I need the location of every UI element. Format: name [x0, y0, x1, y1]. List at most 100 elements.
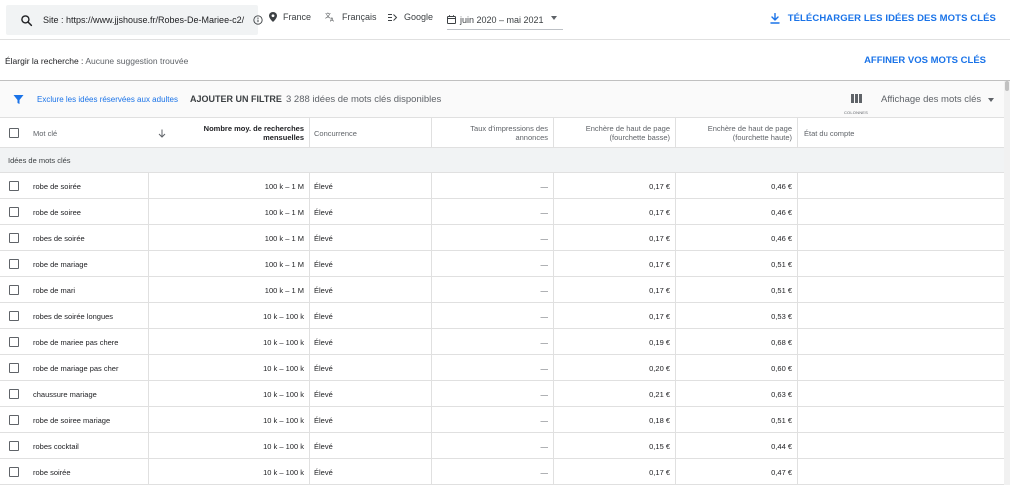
columns-label: COLONNES — [843, 110, 869, 115]
cell-competition: Élevé — [314, 311, 333, 321]
row-checkbox[interactable] — [9, 363, 19, 373]
row-checkbox[interactable] — [9, 441, 19, 451]
cell-ad-impression-share: — — [540, 363, 549, 373]
exclude-adult-ideas-filter[interactable]: Exclure les idées réservées aux adultes — [37, 95, 178, 104]
table-row[interactable]: robe de soiree 100 k – 1 M Élevé — 0,17 € 0,4… — [0, 199, 1004, 225]
table-row[interactable]: robe soirée 10 k – 100 k Élevé — 0,17 € 0,47 … — [0, 459, 1004, 485]
column-divider — [675, 355, 676, 381]
row-checkbox[interactable] — [9, 181, 19, 191]
row-checkbox[interactable] — [9, 285, 19, 295]
header-bid-high[interactable]: Enchère de haut de page (fourchette haut… — [684, 118, 792, 148]
date-range-select[interactable]: juin 2020 – mai 2021 — [447, 10, 563, 30]
column-divider — [431, 459, 432, 485]
column-divider — [797, 459, 798, 485]
row-checkbox[interactable] — [9, 415, 19, 425]
cell-keyword: robe de mariee pas chere — [33, 337, 119, 347]
cell-bid-low: 0,18 € — [649, 415, 670, 425]
header-monthly-searches[interactable]: Nombre moy. de recherches mensuelles — [178, 118, 304, 148]
table-row[interactable]: robe de mariage pas cher 10 k – 100 k Élev… — [0, 355, 1004, 381]
table-row[interactable]: robes de soirée longues 10 k – 100 k Élevé… — [0, 303, 1004, 329]
svg-text:A: A — [330, 18, 334, 23]
cell-monthly-searches: 100 k – 1 M — [264, 207, 304, 217]
keyword-display-select[interactable]: Affichage des mots clés — [881, 94, 995, 105]
column-divider — [431, 225, 432, 251]
cell-ad-impression-share: — — [540, 259, 549, 269]
network-filter[interactable]: Google — [388, 12, 433, 22]
select-all-checkbox[interactable] — [9, 128, 19, 138]
column-divider — [148, 173, 149, 199]
cell-competition: Élevé — [314, 467, 333, 477]
header-bid-low[interactable]: Enchère de haut de page (fourchette bass… — [562, 118, 670, 148]
cell-keyword: robe de mariage — [33, 259, 88, 269]
table-row[interactable]: robe de soirée 100 k – 1 M Élevé — 0,17 € 0,4… — [0, 173, 1004, 199]
table-row[interactable]: robe de mari 100 k – 1 M Élevé — 0,17 € 0,51 … — [0, 277, 1004, 303]
cell-ad-impression-share: — — [540, 233, 549, 243]
column-divider — [797, 173, 798, 199]
location-filter[interactable]: France — [269, 12, 311, 22]
filter-funnel-icon[interactable] — [13, 94, 24, 105]
table-row[interactable]: robe de soiree mariage 10 k – 100 k Élevé —… — [0, 407, 1004, 433]
table-row[interactable]: robes cocktail 10 k – 100 k Élevé — 0,15 € 0,… — [0, 433, 1004, 459]
column-divider — [675, 173, 676, 199]
cell-monthly-searches: 100 k – 1 M — [264, 233, 304, 243]
translate-icon: 文A — [325, 12, 336, 22]
row-checkbox[interactable] — [9, 259, 19, 269]
table-row[interactable]: robes de soirée 100 k – 1 M Élevé — 0,17 € 0,… — [0, 225, 1004, 251]
row-checkbox[interactable] — [9, 207, 19, 217]
cell-ad-impression-share: — — [540, 415, 549, 425]
info-icon[interactable] — [253, 15, 263, 25]
columns-button[interactable]: COLONNES — [841, 90, 871, 115]
download-label: TÉLÉCHARGER LES IDÉES DES MOTS CLÉS — [787, 13, 996, 24]
site-url-chip[interactable]: Site : https://www.jjshouse.fr/Robes-De-… — [6, 5, 263, 35]
header-ad-impression-share[interactable]: Taux d'impressions des annonces — [440, 118, 548, 148]
table-row[interactable]: robe de mariage 100 k – 1 M Élevé — 0,17 € 0,… — [0, 251, 1004, 277]
column-divider — [309, 433, 310, 459]
table-header: Mot clé Nombre moy. de recherches mensue… — [0, 118, 1004, 148]
column-divider — [148, 225, 149, 251]
download-keyword-ideas-button[interactable]: TÉLÉCHARGER LES IDÉES DES MOTS CLÉS — [769, 13, 996, 24]
refine-keywords-button[interactable]: AFFINER VOS MOTS CLÉS — [864, 55, 986, 66]
column-divider — [553, 303, 554, 329]
row-checkbox[interactable] — [9, 311, 19, 321]
cell-bid-high: 0,51 € — [771, 285, 792, 295]
header-account-status[interactable]: État du compte — [804, 118, 924, 148]
cell-bid-low: 0,17 € — [649, 207, 670, 217]
location-label: France — [283, 12, 312, 22]
cell-keyword: chaussure mariage — [33, 389, 97, 399]
table-row[interactable]: chaussure mariage 10 k – 100 k Élevé — 0,21 … — [0, 381, 1004, 407]
sort-arrow-down-icon[interactable] — [158, 118, 172, 148]
column-divider — [797, 329, 798, 355]
cell-monthly-searches: 10 k – 100 k — [263, 363, 304, 373]
column-divider — [675, 303, 676, 329]
cell-ad-impression-share: — — [540, 337, 549, 347]
vertical-scrollbar[interactable] — [1004, 81, 1010, 485]
column-divider — [431, 381, 432, 407]
add-filter-button[interactable]: AJOUTER UN FILTRE — [190, 94, 282, 104]
cell-bid-low: 0,17 € — [649, 181, 670, 191]
column-divider — [797, 381, 798, 407]
cell-competition: Élevé — [314, 181, 333, 191]
cell-ad-impression-share: — — [540, 285, 549, 295]
header-keyword[interactable]: Mot clé — [33, 118, 143, 148]
keyword-display-label: Affichage des mots clés — [881, 94, 982, 105]
cell-bid-high: 0,47 € — [771, 467, 792, 477]
language-filter[interactable]: 文A Français — [325, 12, 377, 22]
column-divider — [553, 199, 554, 225]
row-checkbox[interactable] — [9, 337, 19, 347]
column-divider — [675, 459, 676, 485]
keyword-ideas-table: Mot clé Nombre moy. de recherches mensue… — [0, 118, 1004, 485]
network-label: Google — [404, 12, 434, 22]
row-checkbox[interactable] — [9, 467, 19, 477]
cell-bid-low: 0,21 € — [649, 389, 670, 399]
column-divider — [431, 199, 432, 225]
cell-bid-low: 0,17 € — [649, 285, 670, 295]
cell-competition: Élevé — [314, 389, 333, 399]
column-divider — [553, 277, 554, 303]
header-competition[interactable]: Concurrence — [314, 118, 424, 148]
column-divider — [797, 433, 798, 459]
row-checkbox[interactable] — [9, 389, 19, 399]
column-divider — [553, 433, 554, 459]
row-checkbox[interactable] — [9, 233, 19, 243]
table-row[interactable]: robe de mariee pas chere 10 k – 100 k Élev… — [0, 329, 1004, 355]
scrollbar-thumb[interactable] — [1005, 81, 1009, 91]
